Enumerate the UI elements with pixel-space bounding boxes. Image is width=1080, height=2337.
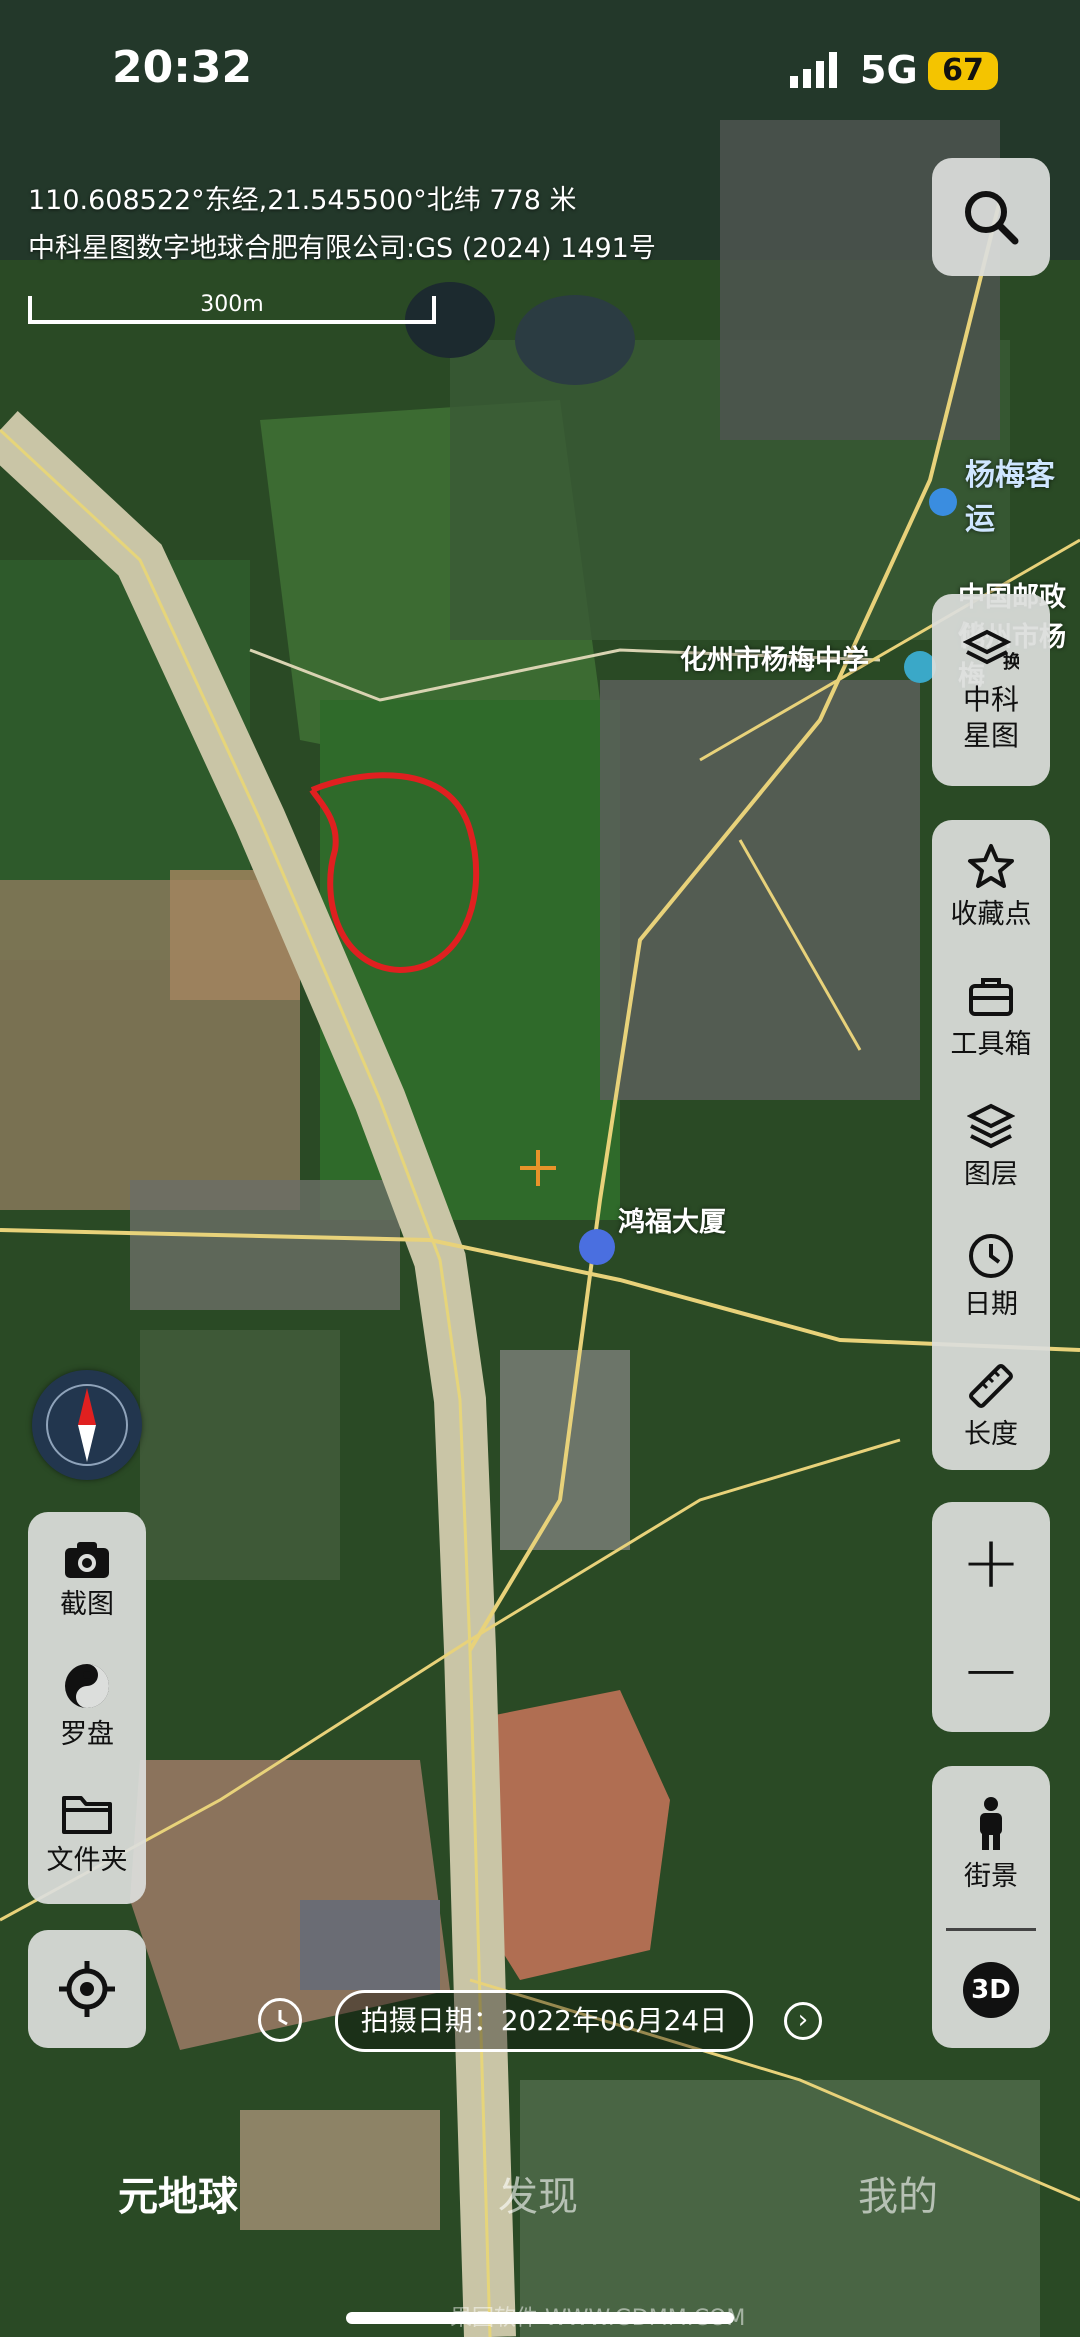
street-view-button[interactable]: 街景 bbox=[932, 1796, 1050, 1893]
layers-label: 图层 bbox=[964, 1159, 1018, 1190]
favorites-button[interactable]: 收藏点 bbox=[932, 842, 1050, 931]
toolbox-label: 工具箱 bbox=[950, 1029, 1032, 1060]
status-time: 20:32 bbox=[112, 42, 253, 93]
map-label-school[interactable]: 化州市杨梅中学 bbox=[680, 638, 869, 677]
star-icon bbox=[968, 844, 1014, 888]
chevron-right-icon: › bbox=[797, 2005, 809, 2035]
compass-tool-label: 罗盘 bbox=[60, 1719, 114, 1750]
person-icon bbox=[980, 1797, 1002, 1850]
toolbox-button[interactable]: 工具箱 bbox=[932, 972, 1050, 1061]
compass-needle-icon bbox=[46, 1384, 128, 1466]
clock-icon bbox=[969, 1234, 1013, 1278]
folder-icon bbox=[62, 1796, 112, 1834]
bus-stop-icon bbox=[929, 488, 957, 516]
zoom-in-button[interactable]: + bbox=[932, 1522, 1050, 1602]
screenshot-button[interactable]: 截图 bbox=[28, 1540, 146, 1621]
view-mode-panel: 街景 3D bbox=[932, 1766, 1050, 2048]
map-label-bus-stop[interactable]: 杨梅客运 bbox=[965, 450, 1080, 538]
history-icon bbox=[278, 2010, 288, 2026]
svg-text:换: 换 bbox=[1003, 651, 1019, 673]
scale-label: 300m bbox=[200, 292, 264, 317]
network-type: 5G bbox=[860, 48, 918, 92]
zoom-out-button[interactable]: − bbox=[932, 1630, 1050, 1710]
left-tools-panel: 截图 罗盘 文件夹 bbox=[28, 1512, 146, 1904]
locate-icon bbox=[59, 1961, 115, 2017]
date-button[interactable]: 日期 bbox=[932, 1232, 1050, 1321]
tab-mine[interactable]: 我的 bbox=[858, 2164, 938, 2222]
divider bbox=[946, 1928, 1036, 1931]
folder-label: 文件夹 bbox=[46, 1845, 128, 1876]
layers-button[interactable]: 图层 bbox=[932, 1102, 1050, 1191]
building-icon bbox=[579, 1229, 615, 1265]
satellite-map[interactable] bbox=[0, 0, 1080, 2337]
capture-date-value: 2022年06月24日 bbox=[500, 2004, 728, 2037]
coordinates-readout: 110.608522°东经,21.545500°北纬 778 米 bbox=[28, 185, 577, 216]
scale-bar: 300m bbox=[28, 292, 436, 324]
compass-button[interactable] bbox=[32, 1370, 142, 1480]
yin-yang-icon bbox=[65, 1664, 109, 1708]
date-label: 日期 bbox=[964, 1289, 1018, 1320]
next-date-button[interactable]: › bbox=[784, 2002, 822, 2040]
capture-date-pill[interactable]: 拍摄日期：2022年06月24日 bbox=[335, 1990, 753, 2052]
length-button[interactable]: 长度 bbox=[932, 1362, 1050, 1451]
tools-panel: 收藏点 工具箱 图层 日期 长度 bbox=[932, 820, 1050, 1470]
battery-indicator: 67 bbox=[928, 52, 998, 90]
search-icon bbox=[965, 191, 1019, 245]
tab-metaearth[interactable]: 元地球 bbox=[118, 2164, 238, 2222]
home-indicator[interactable] bbox=[346, 2312, 734, 2324]
layers-icon bbox=[967, 1103, 1015, 1149]
toolbox-icon bbox=[969, 978, 1013, 1016]
map-source-switch-button[interactable]: 换 中科 星图 bbox=[932, 594, 1050, 786]
map-label-building[interactable]: 鸿福大厦 bbox=[618, 1200, 726, 1239]
compass-tool-button[interactable]: 罗盘 bbox=[28, 1662, 146, 1751]
street-view-label: 街景 bbox=[964, 1861, 1018, 1892]
zoom-panel: + − bbox=[932, 1502, 1050, 1732]
camera-icon bbox=[65, 1542, 109, 1578]
map-source-label: 中科 星图 bbox=[962, 683, 1019, 752]
map-copyright: 中科星图数字地球合肥有限公司:GS (2024) 1491号 bbox=[28, 233, 656, 264]
screenshot-label: 截图 bbox=[60, 1589, 114, 1620]
layer-switch-icon: 换 bbox=[963, 629, 1019, 673]
locate-button[interactable] bbox=[28, 1930, 146, 2048]
history-button[interactable] bbox=[258, 1998, 302, 2042]
ruler-icon bbox=[969, 1364, 1013, 1408]
search-button[interactable] bbox=[932, 158, 1050, 276]
capture-date-label: 拍摄日期： bbox=[360, 2004, 501, 2037]
favorites-label: 收藏点 bbox=[950, 899, 1032, 930]
folder-button[interactable]: 文件夹 bbox=[28, 1792, 146, 1877]
tab-discover[interactable]: 发现 bbox=[498, 2164, 578, 2222]
signal-icon bbox=[790, 52, 842, 92]
length-label: 长度 bbox=[964, 1419, 1018, 1450]
3d-button[interactable]: 3D bbox=[963, 1962, 1019, 2018]
